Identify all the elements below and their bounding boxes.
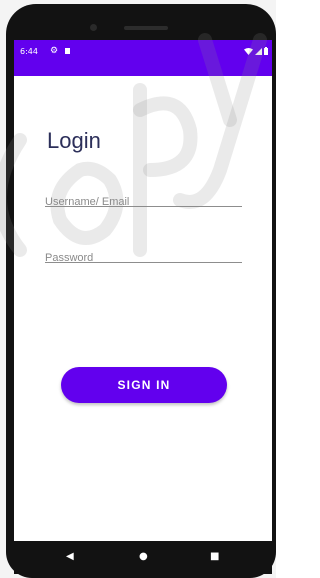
recent-apps-icon[interactable]: ■ [210, 551, 219, 563]
cell-signal-icon [255, 47, 262, 55]
status-time: 6:44 [20, 47, 38, 56]
back-icon[interactable]: ◀ [66, 551, 74, 563]
gear-icon: ⚙ [50, 45, 59, 55]
page-title: Login [47, 128, 101, 153]
earpiece [124, 26, 168, 30]
sd-card-icon [65, 48, 70, 54]
navigation-bar: ◀ ● ■ [14, 541, 272, 574]
app-bar [14, 68, 272, 76]
username-field-container [45, 192, 242, 208]
status-bar: 6:44 ⚙ [14, 40, 272, 68]
password-field-container [45, 248, 242, 264]
page: 6:44 ⚙ Login SIGN I [0, 0, 276, 578]
home-icon[interactable]: ● [139, 551, 148, 563]
sign-in-button[interactable]: SIGN IN [61, 367, 227, 403]
battery-icon [264, 47, 268, 55]
front-camera [90, 24, 97, 31]
status-icons [244, 47, 268, 55]
password-input[interactable] [45, 252, 242, 264]
wifi-icon [244, 47, 253, 55]
device-screen: 6:44 ⚙ Login SIGN I [14, 40, 272, 541]
username-input[interactable] [45, 196, 242, 208]
